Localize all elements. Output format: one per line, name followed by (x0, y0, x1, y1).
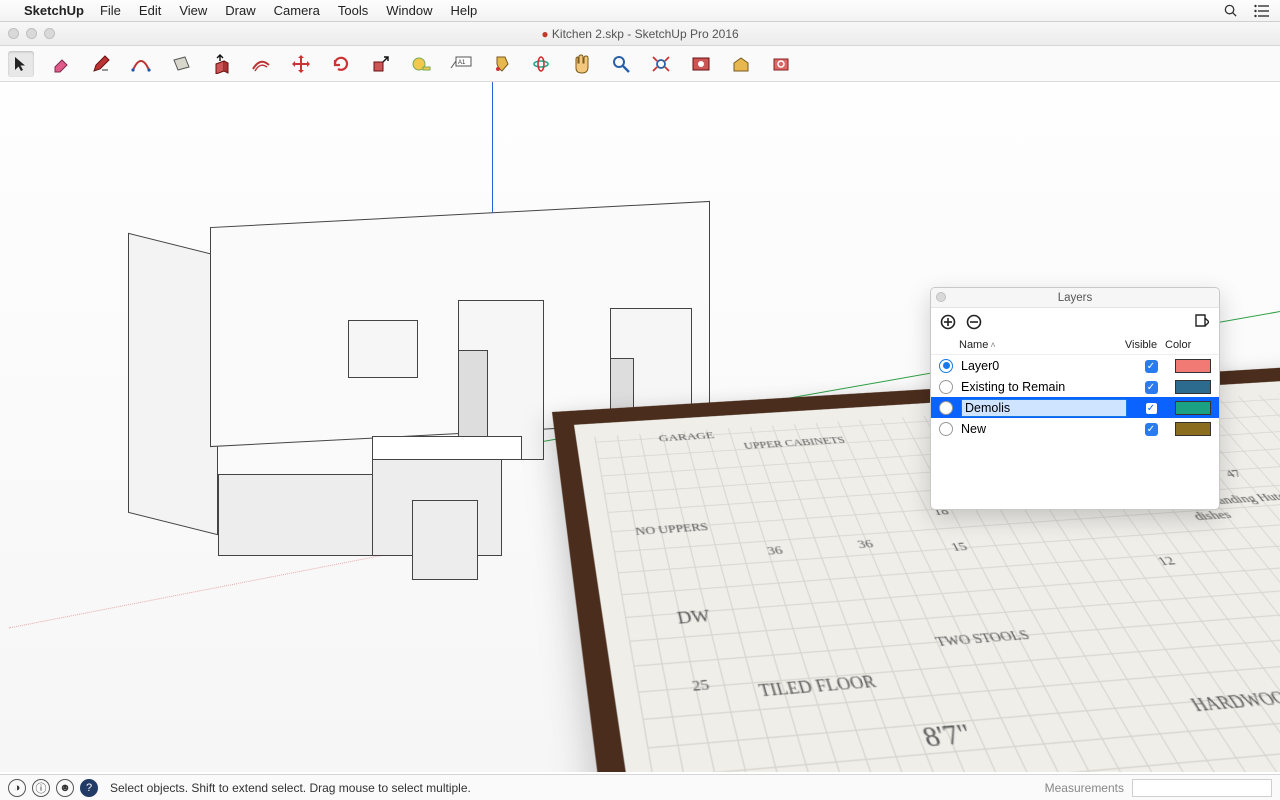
spotlight-icon[interactable] (1223, 3, 1238, 18)
layers-list: Layer0 ✓ Existing to Remain ✓ ✓ New ✓ (931, 355, 1219, 509)
traffic-lights[interactable] (8, 28, 55, 39)
layer-visible-checkbox[interactable]: ✓ (1127, 379, 1175, 394)
menu-edit[interactable]: Edit (139, 3, 161, 18)
tape-tool[interactable] (408, 51, 434, 77)
status-hint: Select objects. Shift to extend select. … (110, 781, 471, 795)
select-tool[interactable] (8, 51, 34, 77)
credits-icon[interactable]: ⓘ (32, 779, 50, 797)
help-icon[interactable]: ? (80, 779, 98, 797)
3d-viewport[interactable]: GARAGE UPPER CABINETS MUDROOM Ref. NO UP… (0, 82, 1280, 772)
layer-visible-checkbox[interactable]: ✓ (1127, 421, 1175, 436)
layer-color-swatch[interactable] (1175, 359, 1211, 373)
menu-camera[interactable]: Camera (274, 3, 320, 18)
mac-menubar: SketchUp File Edit View Draw Camera Tool… (0, 0, 1280, 22)
pencil-tool[interactable] (88, 51, 114, 77)
layer-name[interactable]: Layer0 (959, 359, 1127, 373)
app-name[interactable]: SketchUp (24, 3, 84, 18)
layer-visible-checkbox[interactable]: ✓ (1127, 358, 1175, 373)
menu-help[interactable]: Help (450, 3, 477, 18)
menu-file[interactable]: File (100, 3, 121, 18)
layer-radio[interactable] (939, 359, 953, 373)
rectangle-tool[interactable] (168, 51, 194, 77)
layer-radio[interactable] (939, 422, 953, 436)
layers-header[interactable]: Name˄ Visible Color (931, 336, 1219, 355)
menu-list-icon[interactable] (1254, 4, 1270, 18)
layer-row[interactable]: New ✓ (931, 418, 1219, 439)
main-toolbar: A1 (0, 46, 1280, 82)
extension-warehouse-tool[interactable] (768, 51, 794, 77)
eraser-tool[interactable] (48, 51, 74, 77)
arc-tool[interactable] (128, 51, 154, 77)
paint-tool[interactable] (488, 51, 514, 77)
layer-color-swatch[interactable] (1175, 422, 1211, 436)
add-layer-button[interactable] (939, 313, 957, 331)
scale-tool[interactable] (368, 51, 394, 77)
rotate-tool[interactable] (328, 51, 354, 77)
status-bar: ◑ ⓘ ☻ ? Select objects. Shift to extend … (0, 774, 1280, 800)
move-tool[interactable] (288, 51, 314, 77)
zoom-extents-tool[interactable] (648, 51, 674, 77)
3d-warehouse-tool[interactable] (728, 51, 754, 77)
layer-options-button[interactable] (1193, 313, 1211, 331)
layer-name[interactable]: New (959, 422, 1127, 436)
window-titlebar: ● Kitchen 2.skp - SketchUp Pro 2016 (0, 22, 1280, 46)
photo-texture-tool[interactable] (688, 51, 714, 77)
remove-layer-button[interactable] (965, 313, 983, 331)
layer-radio[interactable] (939, 401, 953, 415)
measurements-input[interactable] (1132, 779, 1272, 797)
pushpull-tool[interactable] (208, 51, 234, 77)
layer-color-swatch[interactable] (1175, 401, 1211, 415)
layer-row[interactable]: ✓ (931, 397, 1219, 418)
measurements-label: Measurements (1045, 781, 1124, 795)
layers-panel-title[interactable]: Layers (931, 288, 1219, 308)
profile-icon[interactable]: ☻ (56, 779, 74, 797)
menu-tools[interactable]: Tools (338, 3, 368, 18)
layer-row[interactable]: Existing to Remain ✓ (931, 376, 1219, 397)
layer-name[interactable]: Existing to Remain (959, 380, 1127, 394)
offset-tool[interactable] (248, 51, 274, 77)
layer-radio[interactable] (939, 380, 953, 394)
layer-visible-checkbox[interactable]: ✓ (1127, 400, 1175, 415)
menu-draw[interactable]: Draw (225, 3, 255, 18)
layers-panel[interactable]: Layers Name˄ Visible Color Layer0 ✓ Exis… (930, 287, 1220, 510)
text-tool[interactable]: A1 (448, 51, 474, 77)
pan-tool[interactable] (568, 51, 594, 77)
menu-view[interactable]: View (179, 3, 207, 18)
orbit-tool[interactable] (528, 51, 554, 77)
panel-close-icon[interactable] (936, 292, 946, 302)
geo-icon[interactable]: ◑ (8, 779, 26, 797)
layer-name-input[interactable] (959, 399, 1127, 417)
menu-window[interactable]: Window (386, 3, 432, 18)
layer-color-swatch[interactable] (1175, 380, 1211, 394)
zoom-tool[interactable] (608, 51, 634, 77)
layer-row[interactable]: Layer0 ✓ (931, 355, 1219, 376)
svg-text:A1: A1 (458, 60, 466, 66)
window-title: ● Kitchen 2.skp - SketchUp Pro 2016 (0, 27, 1280, 41)
